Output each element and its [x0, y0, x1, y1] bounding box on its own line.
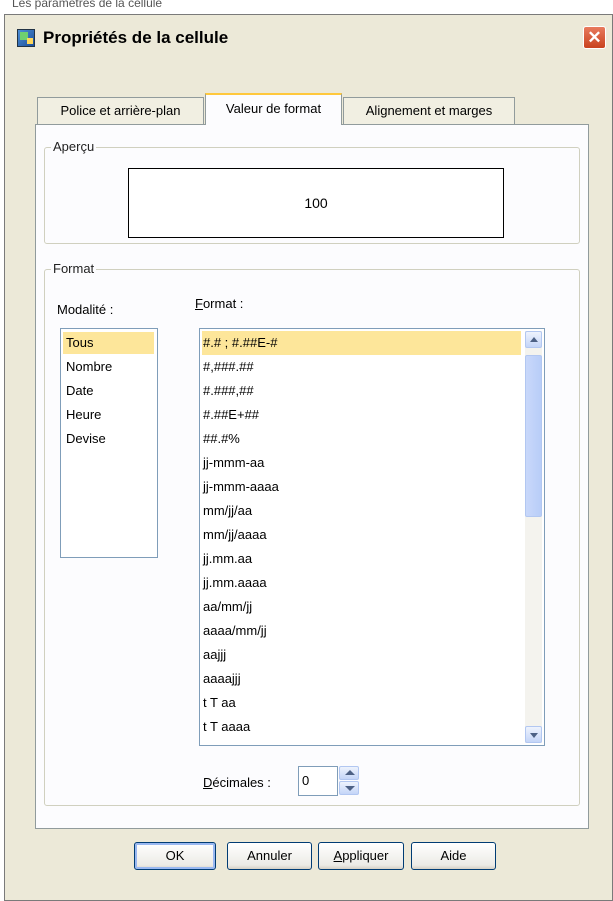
format-group: Format Modalité : Format : Tous Nombre D…	[44, 261, 580, 806]
decimals-label: Décimales :	[203, 775, 271, 790]
apply-accesskey: A	[333, 848, 343, 863]
list-item[interactable]: t T aaaa	[202, 715, 521, 739]
help-button[interactable]: Aide	[411, 842, 496, 870]
close-icon: ✕	[587, 28, 602, 47]
list-item[interactable]: ##.#%	[202, 427, 521, 451]
scroll-up-button[interactable]	[525, 331, 542, 348]
cell-properties-dialog: Propriétés de la cellule ✕ Police et arr…	[4, 14, 613, 901]
tab-label: Alignement et marges	[365, 103, 493, 118]
list-item[interactable]: jj.mm.aaaa	[202, 571, 521, 595]
format-label: Format :	[195, 296, 243, 311]
decimals-label-text: écimales :	[212, 775, 271, 790]
modality-list[interactable]: Tous Nombre Date Heure Devise	[60, 328, 158, 558]
preview-value: 100	[304, 195, 328, 211]
cancel-button[interactable]: Annuler	[227, 842, 312, 870]
tab-alignment-margins[interactable]: Alignement et marges	[343, 97, 515, 125]
list-item[interactable]: mm/jj/aaaa	[202, 523, 521, 547]
list-item-nombre[interactable]: Nombre	[63, 356, 154, 378]
app-icon	[17, 29, 35, 47]
format-label-accesskey: F	[195, 296, 203, 311]
decimals-input[interactable]: 0	[298, 766, 338, 796]
title-bar: Propriétés de la cellule ✕	[5, 15, 612, 57]
apply-label: ppliquer	[342, 848, 389, 863]
preview-group: Aperçu 100	[44, 139, 580, 244]
list-item[interactable]: jj-mmm-aaaa	[202, 475, 521, 499]
decimals-increment-button[interactable]	[339, 766, 359, 780]
close-button[interactable]: ✕	[583, 26, 606, 49]
decimals-decrement-button[interactable]	[339, 781, 359, 795]
background-text: Les paramètres de la cellule	[12, 0, 163, 10]
ok-button[interactable]: OK	[134, 842, 216, 870]
dialog-title: Propriétés de la cellule	[43, 28, 229, 47]
list-item[interactable]: t T aa	[202, 691, 521, 715]
format-legend: Format	[51, 261, 97, 276]
scroll-thumb[interactable]	[525, 355, 542, 517]
decimals-label-accesskey: D	[203, 775, 213, 790]
list-item[interactable]: mm/jj/aa	[202, 499, 521, 523]
list-item[interactable]: aaaajjj	[202, 667, 521, 691]
list-item[interactable]: #.###,##	[202, 379, 521, 403]
list-item-heure[interactable]: Heure	[63, 404, 154, 426]
list-item-date[interactable]: Date	[63, 380, 154, 402]
list-item[interactable]: jj-mmm-aa	[202, 451, 521, 475]
tab-label: Valeur de format	[225, 101, 322, 116]
format-label-text: ormat :	[202, 296, 244, 311]
tab-font-background[interactable]: Police et arrière-plan	[37, 97, 204, 125]
background-window-fragment: Les paramètres de la cellule	[0, 0, 613, 14]
preview-box: 100	[128, 168, 504, 238]
list-item-devise[interactable]: Devise	[63, 428, 154, 450]
list-item-tous[interactable]: Tous	[63, 332, 154, 354]
scroll-down-button[interactable]	[525, 726, 542, 743]
list-item[interactable]: jj.mm.aa	[202, 547, 521, 571]
tab-label: Police et arrière-plan	[60, 103, 181, 118]
preview-legend: Aperçu	[51, 139, 97, 154]
format-list-scrollbar[interactable]	[525, 331, 542, 743]
list-item[interactable]: aaaa/mm/jj	[202, 619, 521, 643]
list-item[interactable]: aa/mm/jj	[202, 595, 521, 619]
tab-format-value[interactable]: Valeur de format	[205, 93, 342, 125]
list-item[interactable]: #,###.##	[202, 355, 521, 379]
list-item[interactable]: aajjj	[202, 643, 521, 667]
list-item[interactable]: #.# ; #.##E-#	[202, 331, 521, 355]
list-item[interactable]: #.##E+##	[202, 403, 521, 427]
format-value-tab-page: Aperçu 100 Format Modalité : Format : To…	[35, 124, 589, 829]
apply-button[interactable]: Appliquer	[318, 842, 404, 870]
format-list[interactable]: #.# ; #.##E-# #,###.## #.###,## #.##E+##…	[199, 328, 545, 746]
modality-label: Modalité :	[57, 302, 114, 317]
